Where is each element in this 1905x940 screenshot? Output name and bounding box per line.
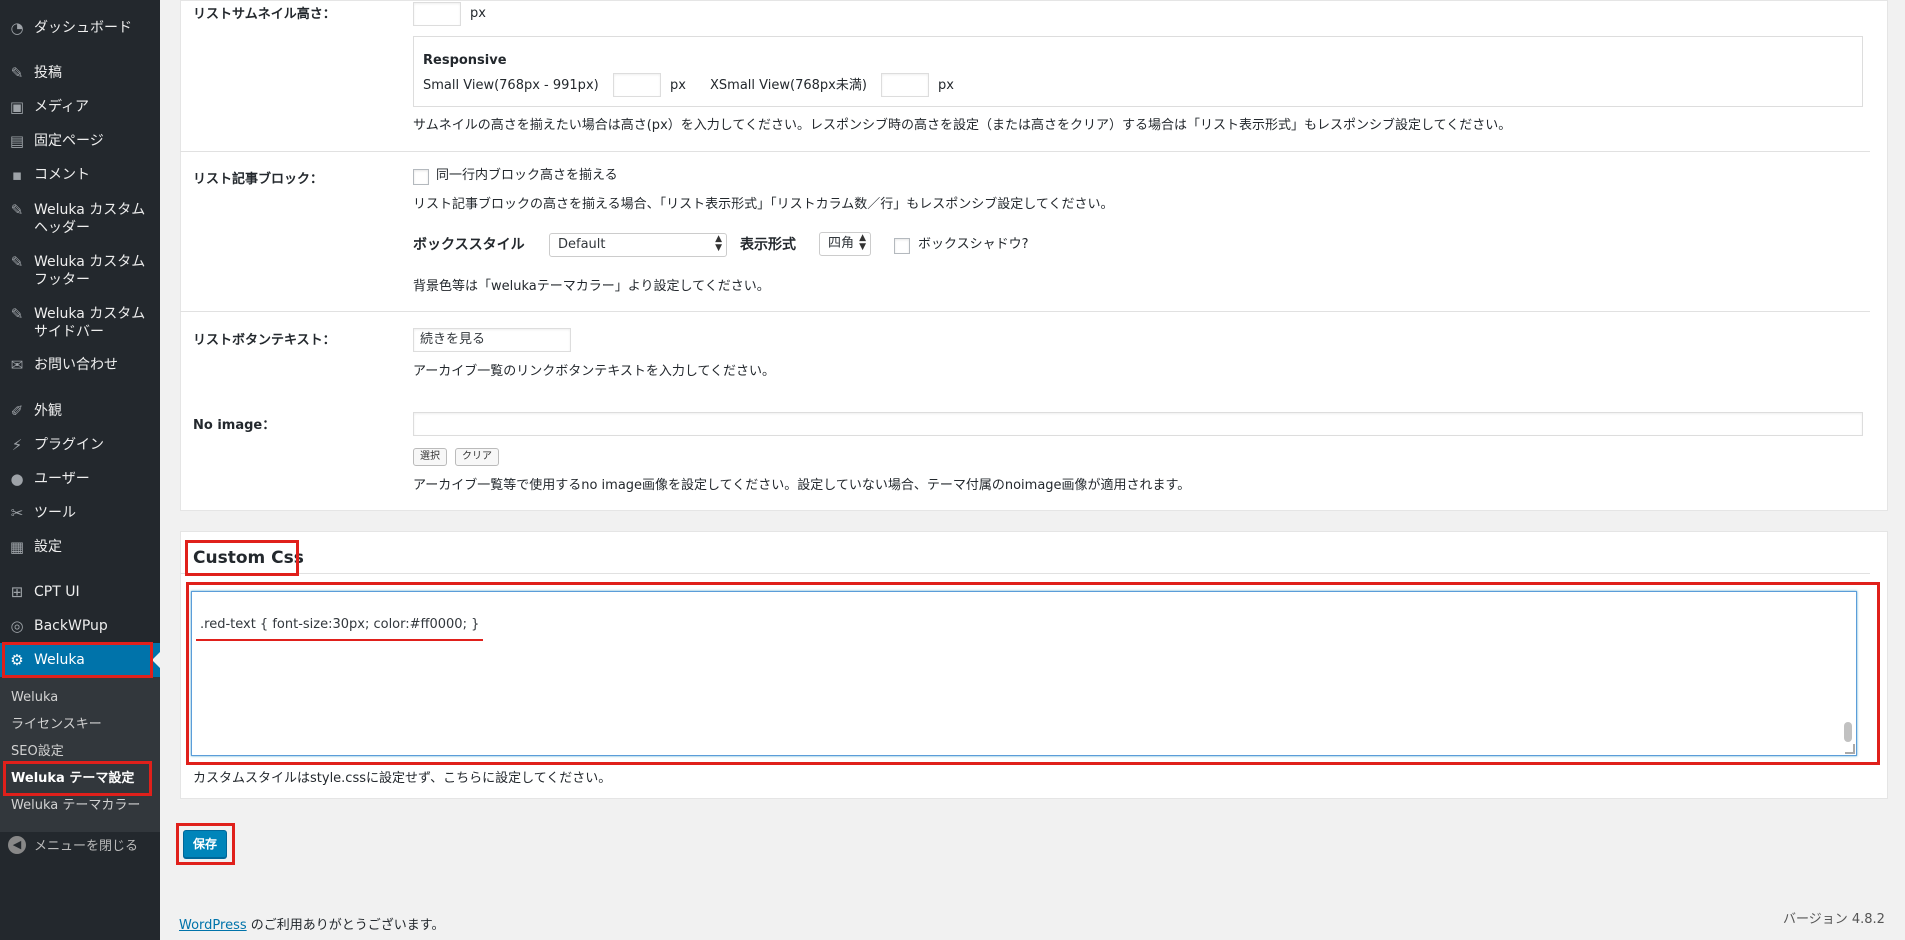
admin-sidebar: ◔ ダッシュボード ✎ 投稿 ▣ メディア ▤ 固定ページ ▪ コメント ✎ W…	[0, 0, 160, 940]
comment-icon: ▪	[11, 166, 23, 184]
sidebar-item-custom-footer[interactable]: ✎ Weluka カスタムフッター	[0, 253, 160, 289]
small-view-input[interactable]	[613, 73, 661, 97]
button-text-help: アーカイブ一覧のリンクボタンテキストを入力してください。	[413, 364, 776, 379]
custom-css-code: .red-text { font-size:30px; color:#ff000…	[200, 617, 480, 632]
wrench-icon: ✂	[10, 504, 24, 522]
pin-icon: ✎	[10, 305, 24, 323]
collapse-menu-button[interactable]: ◀ メニューを閉じる	[0, 835, 138, 854]
dashboard-icon: ◔	[10, 19, 24, 37]
background-help-text: 背景色等は「welukaテーマカラー」より設定してください。	[413, 279, 770, 294]
submenu-item-theme-color[interactable]: Weluka テーマカラー	[11, 797, 140, 815]
pin-icon: ✎	[10, 201, 24, 219]
custom-css-title: Custom Css	[193, 548, 304, 568]
no-image-help: アーカイブ一覧等で使用するno image画像を設定してください。設定していない…	[413, 478, 1191, 493]
sidebar-item-weluka[interactable]: ⚙ Weluka	[0, 643, 160, 677]
wordpress-link[interactable]: WordPress	[179, 918, 247, 933]
plugin-icon: ⚡	[11, 436, 23, 454]
box-style-label: ボックススタイル	[413, 237, 525, 253]
equal-height-checkbox[interactable]	[413, 169, 429, 185]
pin-icon: ✎	[10, 64, 24, 82]
button-text-label: リストボタンテキスト：	[193, 333, 336, 348]
user-icon: ●	[10, 470, 24, 488]
footer-thanks: WordPress のご利用ありがとうございます。	[179, 918, 445, 933]
box-shadow-label: ボックスシャドウ?	[918, 237, 1029, 252]
small-view-label: Small View(768px - 991px)	[423, 78, 599, 93]
sidebar-item-users[interactable]: ● ユーザー	[0, 470, 160, 488]
scrollbar-thumb[interactable]	[1844, 722, 1852, 742]
xsmall-view-input[interactable]	[881, 73, 929, 97]
custom-css-textarea[interactable]: .red-text { font-size:30px; color:#ff000…	[191, 591, 1857, 756]
sidebar-item-tools[interactable]: ✂ ツール	[0, 504, 160, 522]
version-text: バージョン 4.8.2	[1783, 912, 1885, 927]
divider	[180, 151, 1870, 152]
small-view-unit: px	[670, 78, 686, 93]
list-block-label: リスト記事ブロック：	[193, 172, 324, 187]
custom-css-help: カスタムスタイルはstyle.cssに設定せず、こちらに設定してください。	[193, 771, 612, 786]
submenu-item-seo[interactable]: SEO設定	[11, 743, 64, 761]
sidebar-item-custom-header[interactable]: ✎ Weluka カスタムヘッダー	[0, 201, 160, 237]
box-style-select[interactable]: Default ▲ ▼	[549, 233, 727, 257]
display-format-label: 表示形式	[740, 237, 796, 253]
xsmall-view-label: XSmall View(768px未満)	[710, 78, 867, 93]
submenu-item-theme-settings[interactable]: Weluka テーマ設定	[11, 770, 134, 788]
no-image-label: No image：	[193, 418, 276, 433]
media-icon: ▣	[9, 98, 25, 116]
code-underline	[196, 639, 483, 641]
divider	[180, 311, 1870, 312]
submenu-item-license[interactable]: ライセンスキー	[11, 716, 102, 734]
submenu-item-weluka[interactable]: Weluka	[11, 689, 58, 707]
list-block-help-text: リスト記事ブロックの高さを揃える場合、「リスト表示形式」「リストカラム数／行」も…	[413, 197, 1114, 212]
sidebar-item-posts[interactable]: ✎ 投稿	[0, 64, 160, 82]
sidebar-item-settings[interactable]: ▦ 設定	[0, 538, 160, 556]
responsive-title: Responsive	[423, 53, 507, 68]
sidebar-item-pages[interactable]: ▤ 固定ページ	[0, 132, 160, 150]
button-text-input[interactable]: 続きを見る	[413, 328, 571, 352]
sidebar-item-plugins[interactable]: ⚡ プラグイン	[0, 436, 160, 454]
no-image-clear-button[interactable]: クリア	[455, 448, 499, 466]
sidebar-item-media[interactable]: ▣ メディア	[0, 98, 160, 116]
page-icon: ▤	[9, 132, 25, 150]
display-format-select[interactable]: 四角 ▲ ▼	[819, 232, 871, 256]
select-arrows-icon: ▲ ▼	[859, 233, 866, 252]
sidebar-item-backwpup[interactable]: ◎ BackWPup	[0, 617, 160, 635]
thumbnail-height-label: リストサムネイル高さ：	[193, 7, 336, 22]
save-button[interactable]: 保存	[183, 830, 227, 858]
no-image-url-input[interactable]	[413, 412, 1863, 436]
grid-icon: ⊞	[10, 583, 24, 601]
sidebar-item-custom-sidebar[interactable]: ✎ Weluka カスタムサイドバー	[0, 305, 160, 341]
equal-height-checkbox-label: 同一行内ブロック高さを揃える	[436, 168, 618, 183]
backwpup-icon: ◎	[10, 617, 24, 635]
box-shadow-checkbox[interactable]	[894, 238, 910, 254]
mail-icon: ✉	[10, 356, 24, 374]
thumbnail-help-text: サムネイルの高さを揃えたい場合は高さ(px）を入力してください。レスポンシブ時の…	[413, 118, 1512, 133]
settings-icon: ▦	[9, 538, 25, 556]
sidebar-item-cpt-ui[interactable]: ⊞ CPT UI	[0, 583, 160, 601]
no-image-select-button[interactable]: 選択	[413, 448, 447, 466]
sidebar-item-comments[interactable]: ▪ コメント	[0, 166, 160, 184]
weluka-submenu: Weluka ライセンスキー SEO設定 Weluka テーマ設定 Weluka…	[0, 677, 160, 832]
thumbnail-height-unit: px	[470, 6, 486, 21]
brush-icon: ✐	[10, 402, 24, 420]
gear-icon: ⚙	[10, 651, 24, 669]
pin-icon: ✎	[10, 253, 24, 271]
collapse-icon: ◀	[8, 835, 26, 854]
sidebar-item-dashboard[interactable]: ◔ ダッシュボード	[0, 19, 160, 37]
thumbnail-height-input[interactable]	[413, 2, 461, 26]
resize-handle-icon[interactable]	[1845, 744, 1855, 754]
divider	[180, 573, 1870, 574]
sidebar-item-contact[interactable]: ✉ お問い合わせ	[0, 356, 160, 374]
xsmall-view-unit: px	[938, 78, 954, 93]
select-arrows-icon: ▲ ▼	[715, 234, 722, 253]
sidebar-item-appearance[interactable]: ✐ 外観	[0, 402, 160, 420]
